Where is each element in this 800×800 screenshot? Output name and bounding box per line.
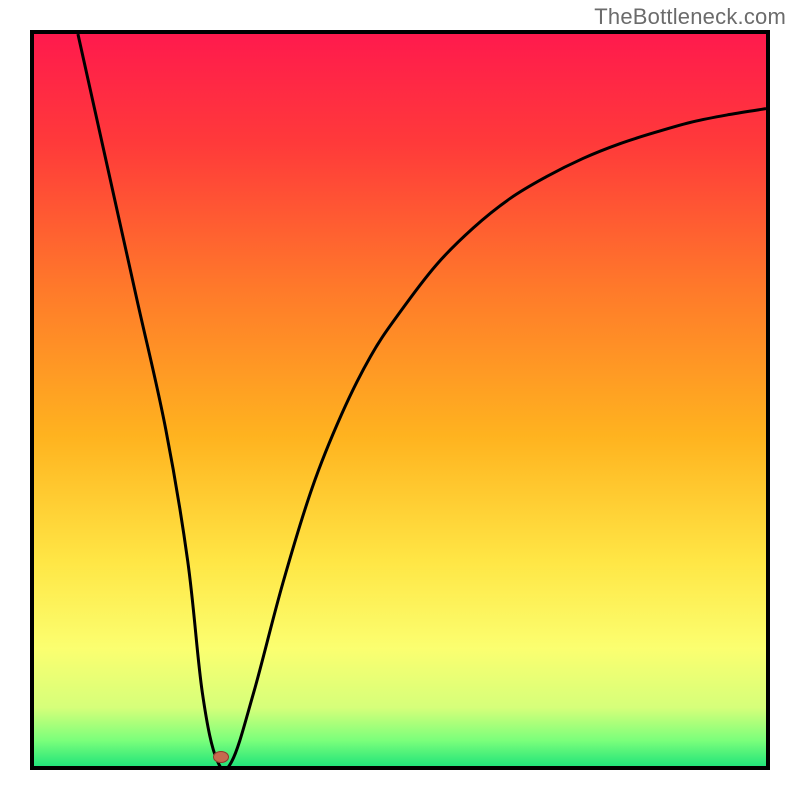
plot-area	[30, 30, 770, 770]
curve-layer	[34, 34, 766, 766]
optimal-point-marker	[213, 751, 229, 763]
watermark-text: TheBottleneck.com	[594, 4, 786, 30]
bottleneck-curve	[78, 34, 766, 766]
chart-frame: TheBottleneck.com	[0, 0, 800, 800]
